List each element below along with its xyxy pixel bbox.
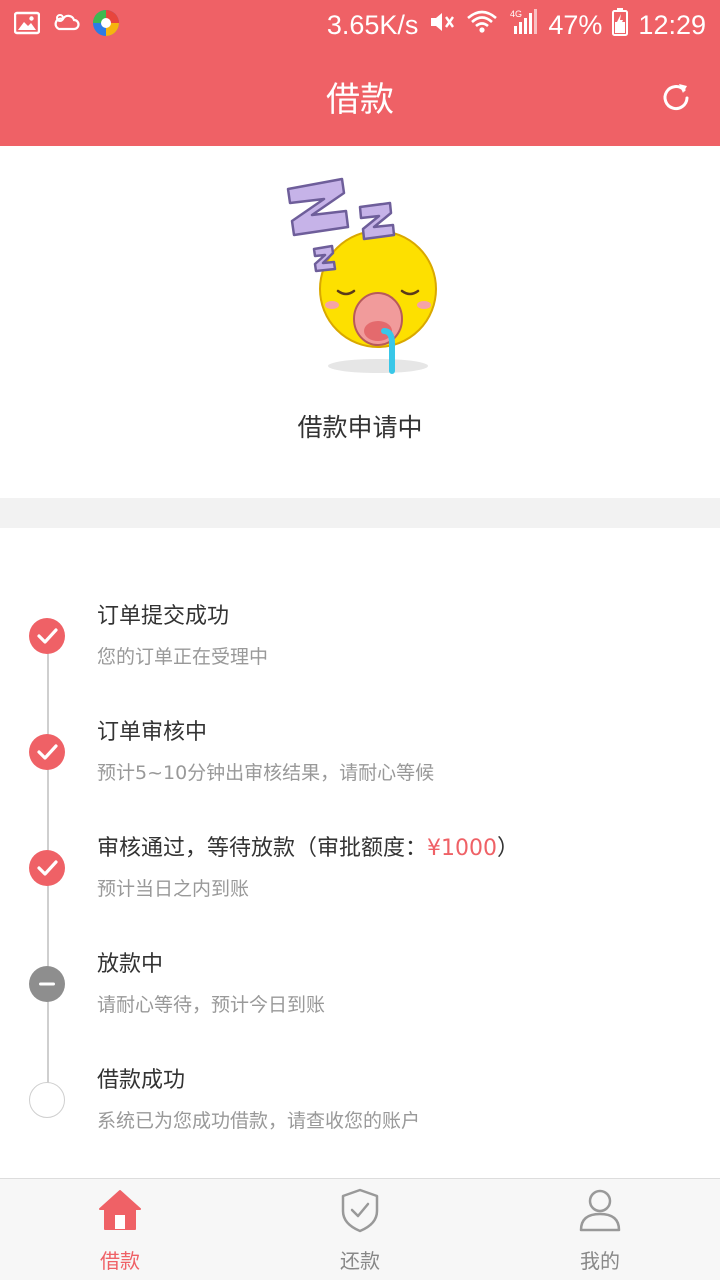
page-title: 借款 [326, 80, 394, 120]
step-description: 您的订单正在受理中 [97, 646, 269, 668]
step-description: 系统已为您成功借款，请查收您的账户 [97, 1110, 421, 1132]
sleeping-emoji-icon [280, 171, 445, 376]
gallery-icon [13, 11, 41, 39]
timeline-step: 订单审核中 预计5~10分钟出审核结果，请耐心等候 [0, 714, 720, 824]
step-title-text: 审核通过，等待放款（审批额度： [97, 836, 428, 861]
section-divider [0, 498, 720, 528]
network-type-label: 4G [510, 9, 522, 19]
progress-timeline: 订单提交成功 您的订单正在受理中 订单审核中 预计5~10分钟出审核结果，请耐心… [0, 528, 720, 1178]
step-title-suffix: ） [497, 836, 520, 861]
step-title: 订单审核中 [97, 720, 208, 745]
user-icon [578, 1187, 622, 1233]
timeline-step: 审核通过，等待放款（审批额度：¥1000） 预计当日之内到账 [0, 830, 720, 940]
check-icon [29, 734, 65, 770]
shield-check-icon [338, 1187, 382, 1233]
tab-label: 还款 [340, 1249, 380, 1273]
signal-icon: 4G [508, 8, 538, 43]
tab-borrow[interactable]: 借款 [0, 1179, 240, 1280]
weather-icon [52, 11, 80, 39]
battery-icon [612, 7, 629, 43]
clock: 12:29 [638, 9, 706, 40]
wifi-icon [466, 9, 498, 42]
status-hero: 借款申请中 [0, 146, 720, 498]
bottom-tab-bar: 借款 还款 我的 [0, 1178, 720, 1280]
check-icon [29, 618, 65, 654]
app-header: 借款 [0, 50, 720, 146]
step-description: 请耐心等待，预计今日到账 [97, 994, 326, 1016]
app-notification-icon [92, 9, 120, 41]
tab-mine[interactable]: 我的 [480, 1179, 720, 1280]
tab-label: 借款 [100, 1249, 140, 1273]
timeline-step: 借款成功 系统已为您成功借款，请查收您的账户 [0, 1062, 720, 1172]
step-description: 预计当日之内到账 [97, 878, 250, 900]
step-description: 预计5~10分钟出审核结果，请耐心等候 [97, 762, 435, 784]
step-title: 借款成功 [97, 1068, 186, 1093]
network-speed: 3.65K/s [326, 9, 419, 40]
step-title: 放款中 [97, 952, 164, 977]
home-icon [98, 1187, 142, 1233]
step-title: 审核通过，等待放款（审批额度：¥1000） [97, 830, 519, 862]
approved-amount: ¥1000 [427, 836, 498, 861]
minus-icon [29, 966, 65, 1002]
application-status-text: 借款申请中 [297, 413, 423, 442]
empty-circle-icon [29, 1082, 65, 1118]
battery-percent: 47% [548, 9, 603, 40]
check-icon [29, 850, 65, 886]
timeline-step: 订单提交成功 您的订单正在受理中 [0, 598, 720, 708]
step-title: 订单提交成功 [97, 604, 230, 629]
mute-icon [428, 9, 456, 42]
tab-repay[interactable]: 还款 [240, 1179, 480, 1280]
refresh-icon[interactable] [658, 80, 694, 116]
status-bar: 3.65K/s 4G 47% 12:29 [0, 0, 720, 50]
timeline-step: 放款中 请耐心等待，预计今日到账 [0, 946, 720, 1056]
tab-label: 我的 [580, 1249, 620, 1273]
